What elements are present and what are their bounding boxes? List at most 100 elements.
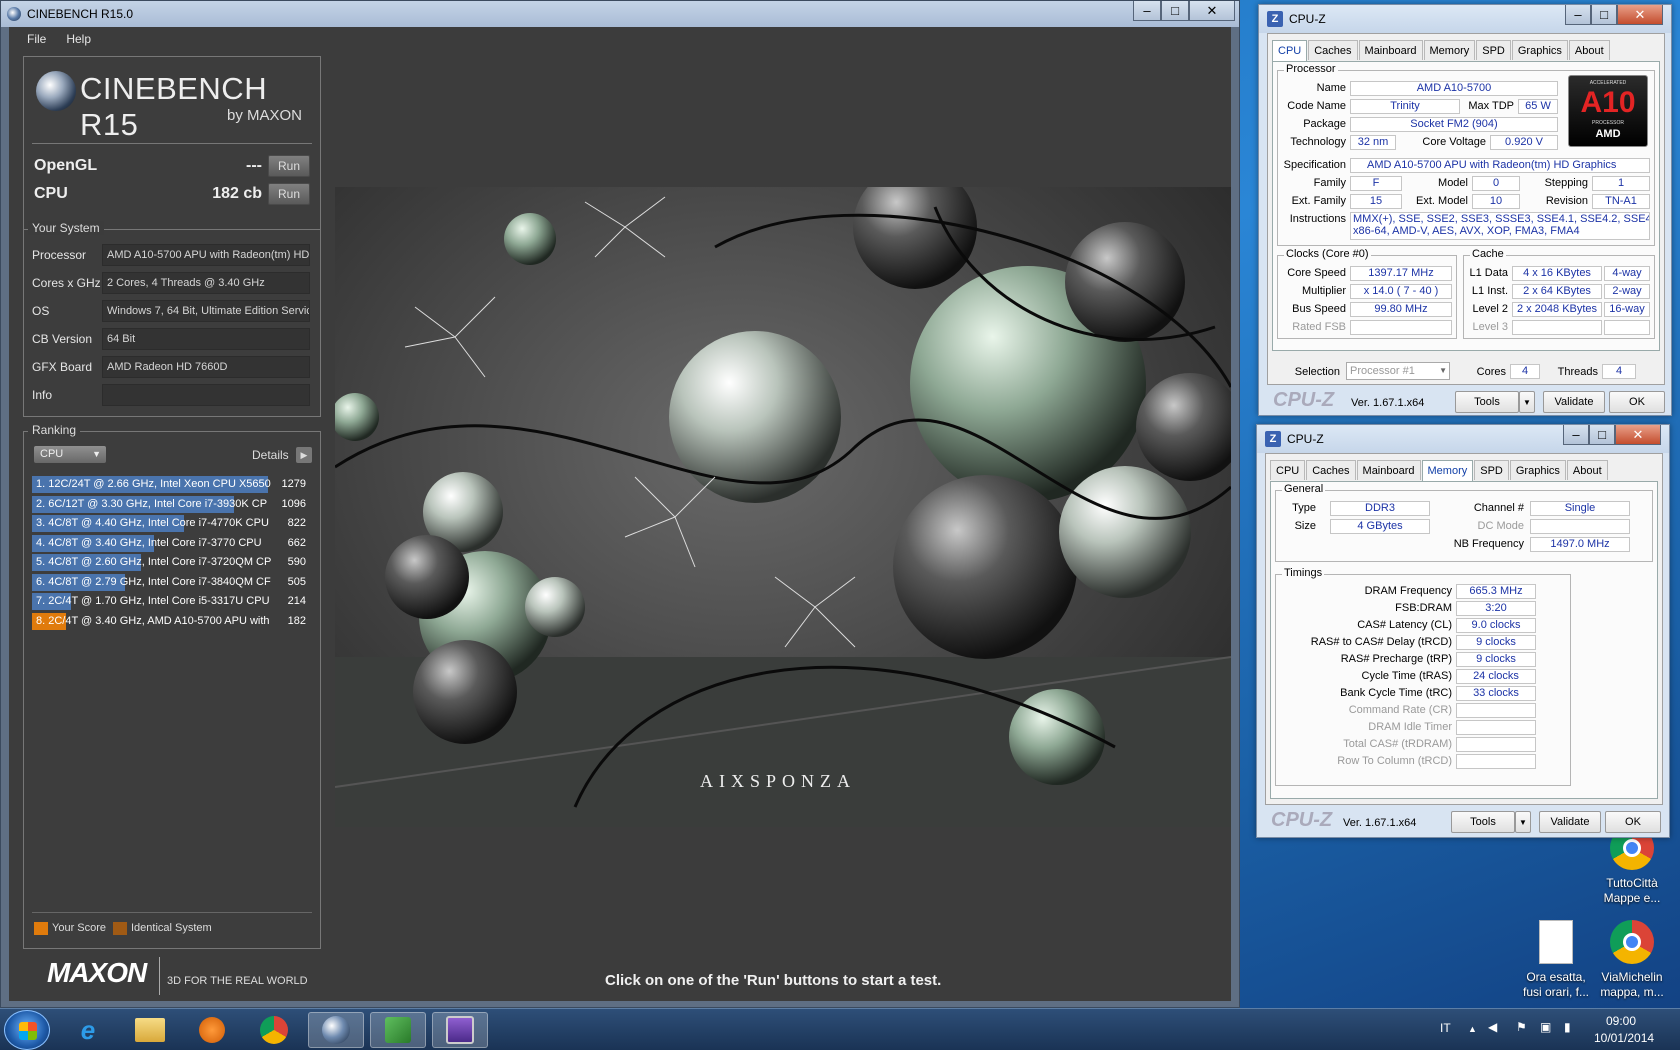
file-icon (1539, 920, 1573, 964)
taskbar-ie[interactable]: e (60, 1012, 116, 1048)
minimize-button[interactable]: ‒ (1133, 1, 1161, 21)
taskbar-cpuz[interactable] (432, 1012, 488, 1048)
volume-icon[interactable]: ◀ (1488, 1020, 1497, 1034)
taskbar-network-tool[interactable] (370, 1012, 426, 1048)
chevron-down-icon: ▼ (92, 449, 101, 459)
taskbar-media-player[interactable] (184, 1012, 240, 1048)
tab-cpu[interactable]: CPU (1270, 460, 1306, 480)
desktop-icon-tuttocitta[interactable]: TuttoCittà Mappe e... (1594, 826, 1670, 906)
ok-button[interactable]: OK (1605, 811, 1661, 833)
clock-time[interactable]: 09:00 (1606, 1014, 1636, 1028)
language-indicator[interactable]: IT (1440, 1021, 1451, 1035)
close-button[interactable]: ✕ (1617, 5, 1663, 25)
tools-button[interactable]: Tools (1455, 391, 1519, 413)
revision-label: Revision (1545, 195, 1588, 207)
tab-caches[interactable]: Caches (1306, 460, 1356, 480)
tab-graphics[interactable]: Graphics (1509, 460, 1566, 480)
opengl-run-button[interactable]: Run (268, 155, 310, 177)
stepping-value: 1 (1592, 176, 1650, 191)
minimize-button[interactable]: ‒ (1565, 5, 1591, 25)
system-row-value: 64 Bit (102, 328, 310, 350)
ranking-panel: Ranking CPU ▼ Details ▶ 1. 12C/24T @ 2.6… (23, 423, 321, 949)
model-value: 0 (1472, 176, 1520, 191)
ranking-row[interactable]: 6. 4C/8T @ 2.79 GHz, Intel Core i7-3840Q… (32, 573, 308, 591)
chevron-right-icon: ▶ (300, 450, 308, 460)
tab-mainboard[interactable]: Mainboard (1358, 40, 1423, 60)
tab-about[interactable]: About (1568, 40, 1610, 60)
tab-caches[interactable]: Caches (1308, 40, 1358, 60)
tab-spd[interactable]: SPD (1474, 460, 1509, 480)
l1data-way: 4-way (1604, 266, 1650, 281)
cinebench-icon (322, 1016, 350, 1044)
threads-label: Threads (1557, 366, 1598, 378)
tab-spd[interactable]: SPD (1476, 40, 1511, 60)
validate-button[interactable]: Validate (1543, 391, 1605, 413)
desktop-icon-label: ViaMichelin mappa, m... (1600, 970, 1664, 999)
ranking-row[interactable]: 8. 2C/4T @ 3.40 GHz, AMD A10-5700 APU wi… (32, 612, 308, 630)
taskbar: e IT ▲ ◀ ⚑ ▣ ▮ 09:00 10/01/2014 (0, 1008, 1680, 1050)
details-label[interactable]: Details (252, 448, 289, 462)
ranking-select[interactable]: CPU ▼ (34, 446, 106, 463)
media-player-icon (199, 1017, 225, 1043)
ranking-row[interactable]: 1. 12C/24T @ 2.66 GHz, Intel Xeon CPU X5… (32, 476, 308, 493)
ranking-row[interactable]: 7. 2C/4T @ 1.70 GHz, Intel Core i5-3317U… (32, 593, 308, 610)
tab-about[interactable]: About (1566, 460, 1608, 480)
minimize-button[interactable]: ‒ (1563, 425, 1589, 445)
tab-mainboard[interactable]: Mainboard (1356, 460, 1421, 480)
tab-memory[interactable]: Memory (1423, 40, 1476, 60)
desktop-icon-ora-esatta[interactable]: Ora esatta, fusi orari, f... (1518, 920, 1594, 1000)
close-button[interactable]: ✕ (1615, 425, 1661, 445)
tools-dropdown-button[interactable]: ▼ (1515, 811, 1531, 833)
maximize-button[interactable]: □ (1589, 425, 1615, 445)
ranking-row[interactable]: 3. 4C/8T @ 4.40 GHz, Intel Core i7-4770K… (32, 515, 308, 532)
menu-file[interactable]: File (27, 32, 46, 46)
details-button[interactable]: ▶ (296, 447, 312, 463)
maxtdp-label: Max TDP (1468, 100, 1514, 112)
type-value: DDR3 (1330, 501, 1430, 516)
start-button[interactable] (4, 1010, 50, 1050)
cpu-run-button[interactable]: Run (268, 183, 310, 205)
ranking-score: 505 (287, 575, 306, 588)
name-value: AMD A10-5700 (1350, 81, 1558, 96)
cpu-score: 182 cb (212, 185, 262, 202)
network-icon[interactable]: ▣ (1540, 1020, 1551, 1034)
internet-explorer-icon: e (80, 1014, 96, 1045)
cpu-label: CPU (34, 185, 68, 202)
cpuz-cpu-window: Z CPU-Z ‒ □ ✕ CPU Caches Mainboard Memory SP… (1258, 4, 1672, 416)
revision-value: TN-A1 (1592, 194, 1650, 209)
brand-vendor: AMD (1595, 128, 1621, 140)
cinebench-logo-icon (36, 71, 76, 111)
taskbar-explorer[interactable] (122, 1012, 178, 1048)
timing-value: 9 clocks (1456, 635, 1536, 650)
instructions-line-2: x86-64, AMD-V, AES, AVX, XOP, FMA3, FMA4 (1350, 225, 1650, 240)
ranking-row[interactable]: 4. 4C/8T @ 3.40 GHz, Intel Core i7-3770 … (32, 534, 308, 552)
ratedfsb-label: Rated FSB (1292, 321, 1346, 333)
show-hidden-icons[interactable]: ▲ (1468, 1021, 1477, 1035)
chrome-icon (260, 1016, 288, 1044)
system-row-os: OS Windows 7, 64 Bit, Ultimate Edition Se… (32, 300, 310, 322)
power-icon[interactable]: ▮ (1564, 1020, 1571, 1034)
ok-button[interactable]: OK (1609, 391, 1665, 413)
ranking-row[interactable]: 5. 4C/8T @ 2.60 GHz, Intel Core i7-3720Q… (32, 554, 308, 571)
maximize-button[interactable]: □ (1161, 1, 1189, 21)
tab-cpu[interactable]: CPU (1272, 40, 1308, 62)
clock-date[interactable]: 10/01/2014 (1594, 1031, 1654, 1045)
flag-icon[interactable]: ⚑ (1516, 1020, 1527, 1034)
system-row-info: Info (32, 384, 310, 406)
taskbar-cinebench[interactable] (308, 1012, 364, 1048)
close-button[interactable]: ✕ (1189, 1, 1235, 21)
tools-label: Tools (1470, 816, 1496, 828)
tab-memory[interactable]: Memory (1421, 460, 1474, 482)
processor-select[interactable]: Processor #1 ▼ (1346, 362, 1450, 380)
menu-help[interactable]: Help (66, 32, 91, 46)
tools-dropdown-button[interactable]: ▼ (1519, 391, 1535, 413)
ranking-row[interactable]: 2. 6C/12T @ 3.30 GHz, Intel Core i7-3930… (32, 495, 308, 513)
opengl-label: OpenGL (34, 157, 98, 174)
tools-button[interactable]: Tools (1451, 811, 1515, 833)
desktop-icon-viamichelin[interactable]: ViaMichelin mappa, m... (1594, 920, 1670, 1000)
validate-button[interactable]: Validate (1539, 811, 1601, 833)
tab-graphics[interactable]: Graphics (1511, 40, 1568, 60)
taskbar-chrome[interactable] (246, 1012, 302, 1048)
maximize-button[interactable]: □ (1591, 5, 1617, 25)
timing-value: 33 clocks (1456, 686, 1536, 701)
